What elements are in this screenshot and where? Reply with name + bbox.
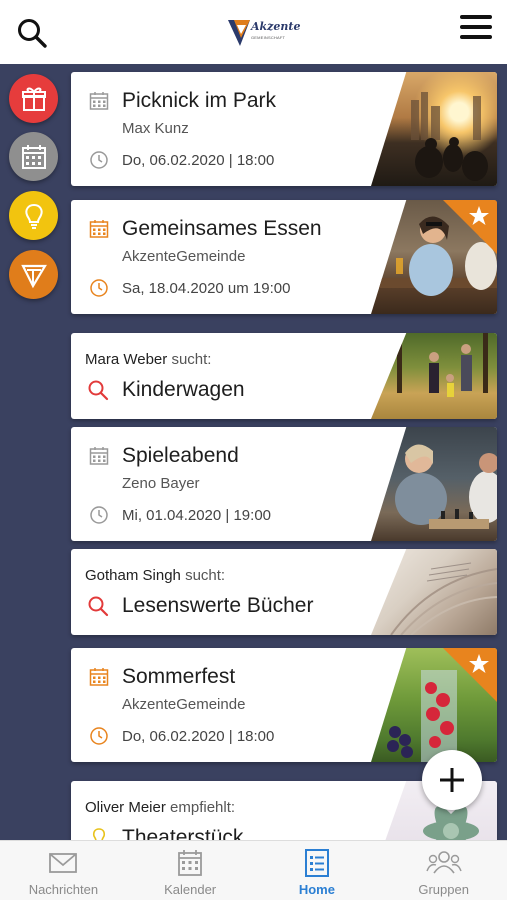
clock-icon — [90, 279, 108, 297]
hamburger-menu-icon[interactable] — [460, 15, 492, 43]
calendar-icon — [89, 447, 109, 465]
event-organizer: Zeno Bayer — [122, 475, 200, 492]
bottom-navigation: Nachrichten Kalender Home Gruppen — [0, 840, 507, 900]
calendar-button[interactable] — [9, 132, 58, 181]
gift-icon — [21, 87, 46, 111]
search-title: Lesenswerte Bücher — [122, 594, 314, 617]
event-date: Do, 06.02.2020 | 18:00 — [122, 728, 275, 745]
search-title: Kinderwagen — [122, 378, 245, 401]
idea-button[interactable] — [9, 191, 58, 240]
favorite-star-icon[interactable] — [443, 648, 497, 702]
event-organizer: Max Kunz — [122, 120, 189, 137]
book-pages-image — [371, 549, 497, 635]
calendar-icon — [89, 92, 109, 110]
event-organizer: AkzenteGemeinde — [122, 248, 246, 265]
event-date: Mi, 01.04.2020 | 19:00 — [122, 507, 272, 524]
event-title: Sommerfest — [122, 665, 236, 688]
mail-icon — [49, 853, 78, 873]
recommend-title: Theaterstück — [122, 826, 244, 840]
calendar-icon — [178, 850, 203, 876]
nav-label: Home — [298, 882, 335, 897]
plus-icon — [440, 768, 464, 792]
clock-icon — [90, 151, 108, 169]
event-card[interactable]: Spieleabend Zeno Bayer Mi, 01.04.2020 | … — [71, 427, 497, 541]
nav-label: Gruppen — [418, 882, 469, 897]
search-author: Gotham Singh sucht: — [85, 567, 226, 584]
recommend-author: Oliver Meier empfiehlt: — [85, 799, 236, 816]
clock-icon — [90, 506, 108, 524]
akzente-button[interactable] — [9, 250, 58, 299]
nav-item-gruppen[interactable]: Gruppen — [380, 841, 507, 900]
event-date: Sa, 18.04.2020 um 19:00 — [122, 280, 291, 297]
calendar-icon — [21, 144, 46, 169]
park-skyline-image — [371, 72, 497, 186]
chess-game-image — [371, 427, 497, 541]
nav-item-home[interactable]: Home — [254, 841, 381, 900]
add-button[interactable] — [422, 750, 482, 810]
feed-area: Picknick im Park Max Kunz Do, 06.02.2020… — [0, 64, 507, 840]
search-icon — [88, 596, 109, 617]
gift-button[interactable] — [9, 74, 58, 123]
home-list-icon — [304, 849, 329, 877]
top-bar: Akzente GEMEINSCHAFT — [0, 0, 507, 64]
family-walk-image — [371, 333, 497, 419]
event-title: Gemeinsames Essen — [122, 217, 322, 240]
logo-text: Akzente — [251, 20, 301, 33]
calendar-icon — [89, 668, 109, 686]
event-card[interactable]: Gemeinsames Essen AkzenteGemeinde Sa, 18… — [71, 200, 497, 314]
calendar-icon — [89, 220, 109, 238]
nav-label: Nachrichten — [28, 882, 99, 897]
event-organizer: AkzenteGemeinde — [122, 696, 246, 713]
event-title: Spieleabend — [122, 444, 239, 467]
lightbulb-icon — [24, 203, 43, 229]
search-author: Mara Weber sucht: — [85, 351, 212, 368]
clock-icon — [90, 727, 108, 745]
event-card[interactable]: Picknick im Park Max Kunz Do, 06.02.2020… — [71, 72, 497, 186]
lightbulb-icon — [92, 828, 106, 840]
nav-label: Kalender — [164, 882, 217, 897]
logo-subtitle: GEMEINSCHAFT — [251, 35, 286, 40]
event-date: Do, 06.02.2020 | 18:00 — [122, 152, 275, 169]
group-icon — [425, 851, 462, 874]
event-title: Picknick im Park — [122, 89, 277, 112]
search-icon — [88, 380, 109, 401]
event-card[interactable]: Sommerfest AkzenteGemeinde Do, 06.02.202… — [71, 648, 497, 762]
nav-item-nachrichten[interactable]: Nachrichten — [0, 841, 127, 900]
search-card[interactable]: Mara Weber sucht: Kinderwagen — [71, 333, 497, 419]
nav-item-kalender[interactable]: Kalender — [127, 841, 254, 900]
search-icon[interactable] — [16, 17, 48, 49]
favorite-star-icon[interactable] — [443, 200, 497, 254]
akzente-logo-icon — [20, 264, 47, 288]
search-card[interactable]: Gotham Singh sucht: Lesenswerte Bücher — [71, 549, 497, 635]
